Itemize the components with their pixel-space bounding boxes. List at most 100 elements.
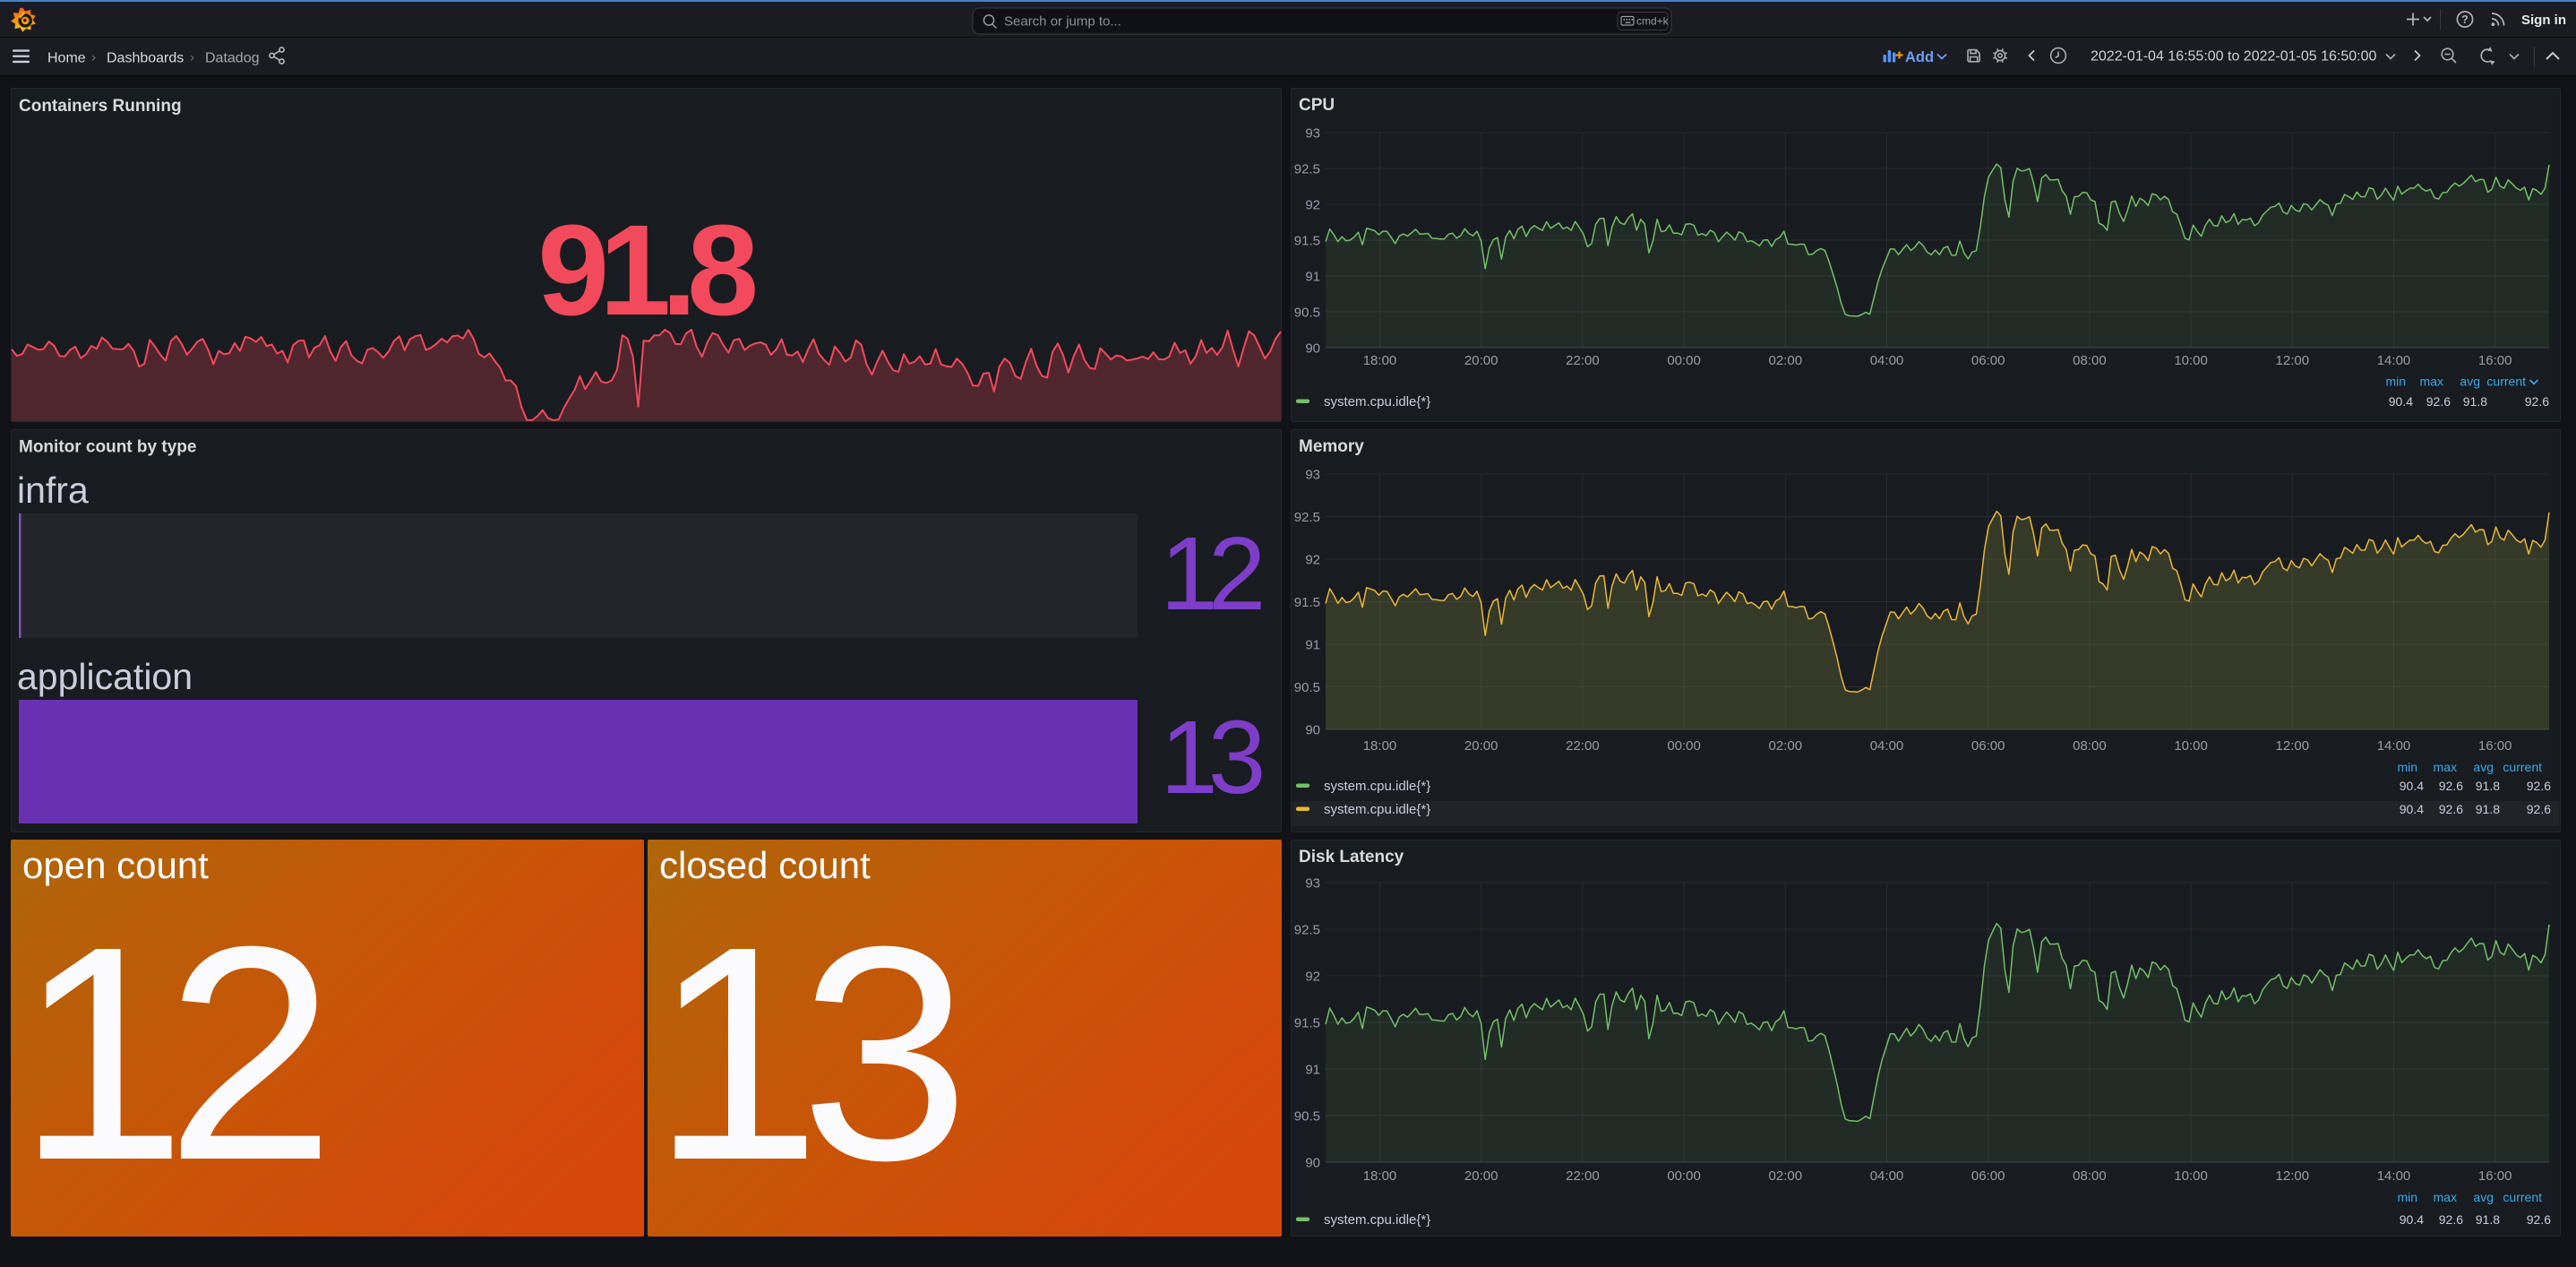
svg-text:cmd+k: cmd+k <box>1636 15 1670 28</box>
svg-text:16:00: 16:00 <box>2478 353 2512 368</box>
svg-text:13: 13 <box>652 883 970 1224</box>
svg-text:90.5: 90.5 <box>1294 306 1320 321</box>
svg-text:›: › <box>190 50 194 65</box>
svg-text:92.6: 92.6 <box>2426 394 2451 409</box>
svg-text:current: current <box>2503 760 2542 774</box>
svg-text:90: 90 <box>1305 723 1320 738</box>
svg-text:90: 90 <box>1305 341 1320 357</box>
svg-text:2022-01-04 16:55:00 to 2022-01: 2022-01-04 16:55:00 to 2022-01-05 16:50:… <box>2091 49 2376 65</box>
svg-text:90.4: 90.4 <box>2389 394 2413 409</box>
svg-text:Containers Running: Containers Running <box>19 97 182 116</box>
svg-text:18:00: 18:00 <box>1363 738 1397 754</box>
svg-text:90.4: 90.4 <box>2400 802 2424 816</box>
svg-text:16:00: 16:00 <box>2478 1168 2512 1184</box>
svg-text:Sign in: Sign in <box>2521 13 2566 28</box>
svg-text:92.6: 92.6 <box>2527 802 2551 816</box>
svg-text:20:00: 20:00 <box>1464 1168 1498 1184</box>
svg-text:92: 92 <box>1305 198 1320 213</box>
svg-text:90.4: 90.4 <box>2400 779 2424 793</box>
svg-text:current: current <box>2486 375 2526 389</box>
svg-text:12:00: 12:00 <box>2276 353 2310 368</box>
svg-text:92.5: 92.5 <box>1294 162 1320 177</box>
svg-text:92.6: 92.6 <box>2527 779 2551 793</box>
svg-text:00:00: 00:00 <box>1667 353 1701 368</box>
svg-text:06:00: 06:00 <box>1971 738 2005 754</box>
svg-text:06:00: 06:00 <box>1971 1168 2005 1184</box>
svg-text:CPU: CPU <box>1299 96 1335 115</box>
svg-text:92.6: 92.6 <box>2439 802 2463 816</box>
svg-text:08:00: 08:00 <box>2073 353 2107 368</box>
svg-text:92.6: 92.6 <box>2525 394 2549 409</box>
svg-text:max: max <box>2434 760 2457 774</box>
svg-text:92.5: 92.5 <box>1294 923 1320 938</box>
svg-text:Datadog: Datadog <box>205 51 260 66</box>
svg-text:14:00: 14:00 <box>2377 353 2411 368</box>
svg-text:10:00: 10:00 <box>2174 1168 2208 1184</box>
svg-text:16:00: 16:00 <box>2478 738 2512 754</box>
svg-text:91.8: 91.8 <box>2476 779 2500 793</box>
svg-text:93: 93 <box>1305 126 1320 142</box>
svg-text:92: 92 <box>1305 553 1320 568</box>
svg-text:application: application <box>17 656 193 697</box>
svg-text:93: 93 <box>1305 468 1320 483</box>
svg-text:max: max <box>2420 375 2443 389</box>
svg-text:›: › <box>91 50 96 65</box>
svg-text:current: current <box>2503 1190 2542 1204</box>
svg-text:?: ? <box>2461 13 2469 26</box>
svg-text:avg: avg <box>2473 1190 2494 1204</box>
svg-text:90.4: 90.4 <box>2400 1212 2424 1227</box>
svg-text:92: 92 <box>1305 970 1320 985</box>
svg-text:22:00: 22:00 <box>1566 353 1600 368</box>
svg-text:14:00: 14:00 <box>2377 1168 2411 1184</box>
svg-text:91.5: 91.5 <box>1294 595 1320 610</box>
svg-text:22:00: 22:00 <box>1566 1168 1600 1184</box>
svg-text:10:00: 10:00 <box>2174 738 2208 754</box>
svg-text:92.6: 92.6 <box>2439 1212 2463 1227</box>
svg-text:90.5: 90.5 <box>1294 680 1320 695</box>
svg-text:18:00: 18:00 <box>1363 353 1397 368</box>
svg-text:91.5: 91.5 <box>1294 1016 1320 1031</box>
svg-text:90.5: 90.5 <box>1294 1109 1320 1125</box>
svg-text:93: 93 <box>1305 876 1320 892</box>
svg-text:max: max <box>2434 1190 2457 1204</box>
svg-text:13: 13 <box>1160 699 1266 815</box>
svg-text:92.6: 92.6 <box>2527 1212 2551 1227</box>
svg-text:Dashboards: Dashboards <box>107 51 184 66</box>
svg-text:Add: Add <box>1905 49 1934 65</box>
svg-text:Search or jump to...: Search or jump to... <box>1004 14 1121 30</box>
svg-text:04:00: 04:00 <box>1870 1168 1904 1184</box>
svg-text:02:00: 02:00 <box>1769 1168 1803 1184</box>
svg-text:avg: avg <box>2473 760 2494 774</box>
svg-text:20:00: 20:00 <box>1464 738 1498 754</box>
svg-text:91: 91 <box>1305 1063 1320 1078</box>
svg-text:02:00: 02:00 <box>1769 738 1803 754</box>
svg-text:06:00: 06:00 <box>1971 353 2005 368</box>
svg-text:Disk Latency: Disk Latency <box>1299 848 1404 866</box>
svg-text:00:00: 00:00 <box>1667 738 1701 754</box>
svg-text:92.5: 92.5 <box>1294 510 1320 525</box>
svg-text:avg: avg <box>2460 375 2480 389</box>
svg-text:08:00: 08:00 <box>2073 1168 2107 1184</box>
svg-text:system.cpu.idle{*}: system.cpu.idle{*} <box>1324 779 1430 794</box>
svg-text:system.cpu.idle{*}: system.cpu.idle{*} <box>1324 394 1430 409</box>
svg-text:02:00: 02:00 <box>1769 353 1803 368</box>
svg-text:90: 90 <box>1305 1156 1320 1171</box>
svg-text:08:00: 08:00 <box>2073 738 2107 754</box>
svg-text:12: 12 <box>17 883 335 1224</box>
svg-text:min: min <box>2385 375 2406 389</box>
svg-text:91: 91 <box>1305 270 1320 285</box>
svg-text:Memory: Memory <box>1299 437 1364 456</box>
svg-text:20:00: 20:00 <box>1464 353 1498 368</box>
svg-text:04:00: 04:00 <box>1870 353 1904 368</box>
svg-text:Home: Home <box>47 51 86 66</box>
svg-text:Monitor count by type: Monitor count by type <box>19 438 196 457</box>
svg-text:system.cpu.idle{*}: system.cpu.idle{*} <box>1324 1212 1430 1228</box>
svg-text:14:00: 14:00 <box>2377 738 2411 754</box>
svg-text:system.cpu.idle{*}: system.cpu.idle{*} <box>1324 802 1430 817</box>
svg-text:04:00: 04:00 <box>1870 738 1904 754</box>
svg-text:closed count: closed count <box>659 844 871 886</box>
svg-text:91.8: 91.8 <box>537 198 759 342</box>
svg-text:00:00: 00:00 <box>1667 1168 1701 1184</box>
svg-text:91.8: 91.8 <box>2476 1212 2500 1227</box>
svg-text:open count: open count <box>22 844 209 886</box>
